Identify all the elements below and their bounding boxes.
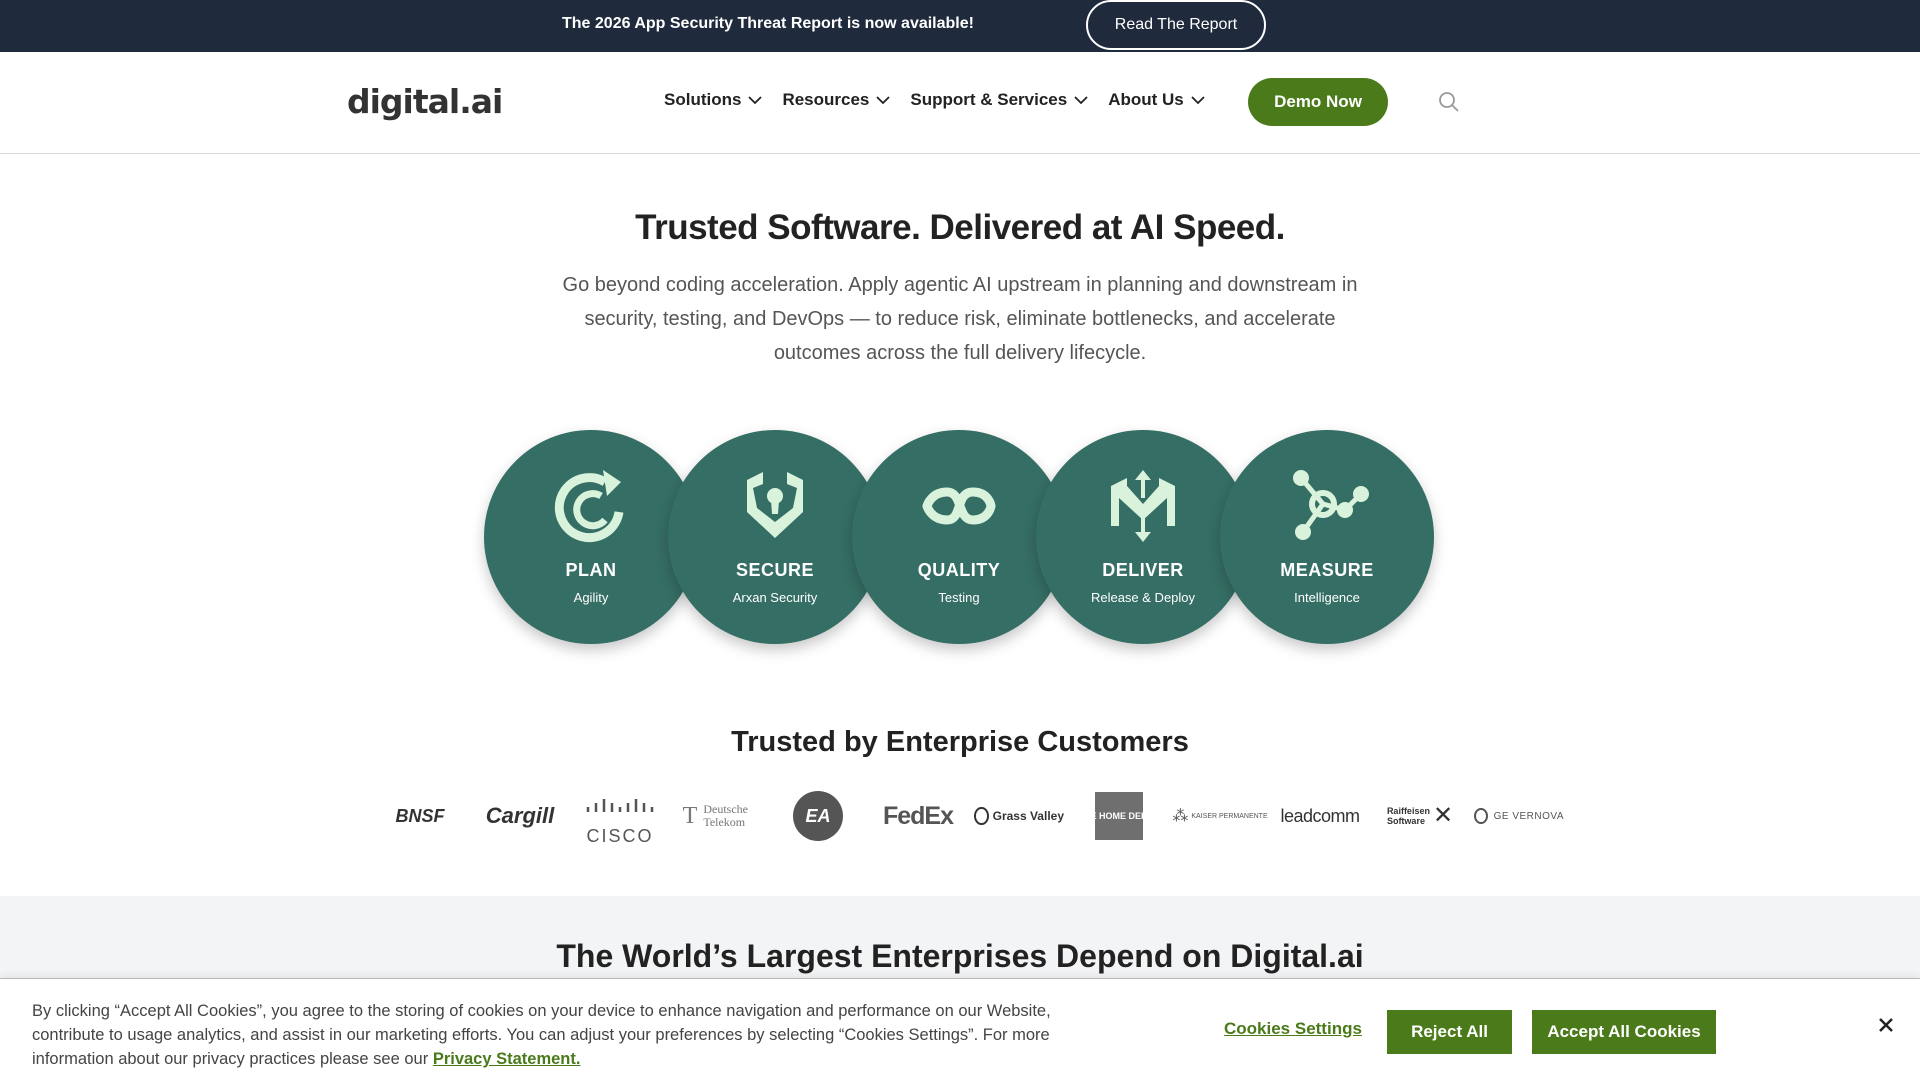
pillar-subtitle: Release & Deploy xyxy=(1090,590,1196,605)
demo-now-button[interactable]: Demo Now xyxy=(1248,78,1388,126)
close-icon[interactable] xyxy=(1876,1015,1896,1035)
ge-monogram-icon xyxy=(1474,808,1488,824)
deutsche-telekom-logo: T Deutsche Telekom xyxy=(678,790,762,842)
ge-vernova-text: GE VERNOVA xyxy=(1493,810,1564,822)
cookies-settings-button[interactable]: Cookies Settings xyxy=(1224,1019,1362,1039)
cookie-banner: By clicking “Accept All Cookies”, you ag… xyxy=(0,978,1920,1081)
pillar-plan[interactable]: PLAN Agility xyxy=(484,430,698,644)
pillar-deliver[interactable]: DELIVER Release & Deploy xyxy=(1036,430,1250,644)
leadcomm-logo: leadcomm xyxy=(1280,805,1360,826)
nav-about-label: About Us xyxy=(1108,90,1184,109)
privacy-statement-link[interactable]: Privacy Statement. xyxy=(433,1050,581,1068)
promo-bar: The 2026 App Security Threat Report is n… xyxy=(0,0,1920,52)
nav-resources[interactable]: Resources xyxy=(782,90,891,110)
ge-vernova-logo: GE VERNOVA xyxy=(1474,790,1564,842)
nav-solutions-label: Solutions xyxy=(664,90,742,109)
chevron-down-icon xyxy=(748,95,763,104)
kaiser-logo: ⁂ KAISER PERMANENTE xyxy=(1172,790,1267,842)
shield-keyhole-icon xyxy=(747,472,803,538)
cargill-logo: Cargill xyxy=(485,803,555,828)
nav-about-us[interactable]: About Us xyxy=(1108,90,1205,110)
pillar-measure[interactable]: MEASURE Intelligence xyxy=(1220,430,1434,644)
cisco-text: CISCO xyxy=(586,825,654,846)
telekom-t-icon: T xyxy=(682,802,698,829)
chevron-down-icon xyxy=(876,95,891,104)
fedex-logo: FedEx xyxy=(882,801,954,830)
nav-solutions[interactable]: Solutions xyxy=(664,90,763,110)
cisco-bars-icon xyxy=(586,799,654,812)
home-depot-logo: THE HOME DEPOT xyxy=(1079,790,1160,842)
nav-support-label: Support & Services xyxy=(910,90,1068,109)
pillar-title: DELIVER xyxy=(1102,560,1184,580)
raiffeisen-x-icon: ✕ xyxy=(1432,802,1454,829)
raiffeisen-text: Raiffeisen Software xyxy=(1386,806,1430,826)
ea-text: EA xyxy=(793,791,843,841)
hero-title: Trusted Software. Delivered at AI Speed. xyxy=(635,208,1285,247)
pillar-secure[interactable]: SECURE Arxan Security xyxy=(668,430,882,644)
pillar-title: MEASURE xyxy=(1280,560,1374,580)
accept-all-cookies-button[interactable]: Accept All Cookies xyxy=(1532,1010,1716,1054)
customers-title: Trusted by Enterprise Customers xyxy=(731,726,1189,758)
pillar-title: QUALITY xyxy=(917,560,1001,580)
chevron-down-icon xyxy=(1191,95,1205,104)
chevron-down-icon xyxy=(1074,95,1088,104)
pillar-title: SECURE xyxy=(735,560,814,580)
search-icon[interactable] xyxy=(1438,91,1460,113)
grass-valley-text: Grass Valley xyxy=(992,809,1064,823)
pillar-subtitle: Arxan Security xyxy=(732,590,818,605)
nav-resources-label: Resources xyxy=(782,90,870,109)
pillar-title: PLAN xyxy=(565,560,617,580)
pillar-subtitle: Intelligence xyxy=(1294,590,1360,605)
cube-arrows-icon xyxy=(1111,470,1175,542)
infinity-icon xyxy=(922,487,996,525)
digital-ai-logo[interactable]: digital.ai xyxy=(347,82,503,121)
refresh-c-icon xyxy=(554,470,624,543)
grass-valley-logo: Grass Valley xyxy=(974,790,1064,842)
pillar-subtitle: Testing xyxy=(938,590,980,605)
pillar-quality[interactable]: QUALITY Testing xyxy=(852,430,1066,644)
nav-support-services[interactable]: Support & Services xyxy=(910,90,1088,110)
ea-logo: EA xyxy=(792,790,844,842)
pillar-circles: PLAN Agility SECURE Arxan Security QUALI… xyxy=(484,430,1436,644)
network-nodes-icon xyxy=(1293,470,1369,540)
cisco-logo: CISCO xyxy=(580,790,660,846)
main-nav: Solutions Resources Support & Services A… xyxy=(664,90,1225,110)
hero-subtitle: Go beyond coding acceleration. Apply age… xyxy=(562,274,1358,364)
customer-logos: BNSF Cargill CISCO T Deutsche Telekom EA… xyxy=(380,790,1563,846)
reject-all-button[interactable]: Reject All xyxy=(1387,1010,1512,1054)
cookie-message: By clicking “Accept All Cookies”, you ag… xyxy=(32,999,1052,1071)
raiffeisen-logo: Raiffeisen Software ✕ xyxy=(1380,790,1460,842)
kaiser-text: KAISER PERMANENTE xyxy=(1191,812,1268,820)
home-depot-text: THE HOME DEPOT xyxy=(1079,792,1160,840)
pillar-subtitle: Agility xyxy=(573,590,609,605)
promo-text: The 2026 App Security Threat Report is n… xyxy=(562,15,974,32)
read-report-button[interactable]: Read The Report xyxy=(1086,0,1266,50)
enterprises-title: The World’s Largest Enterprises Depend o… xyxy=(556,938,1364,974)
bnsf-logo: BNSF xyxy=(395,805,445,826)
site-header: digital.ai Solutions Resources Support &… xyxy=(0,52,1920,154)
telekom-text: Deutsche Telekom xyxy=(703,802,748,829)
kaiser-mark-icon: ⁂ xyxy=(1172,808,1189,825)
grass-valley-mark-icon xyxy=(974,807,989,825)
